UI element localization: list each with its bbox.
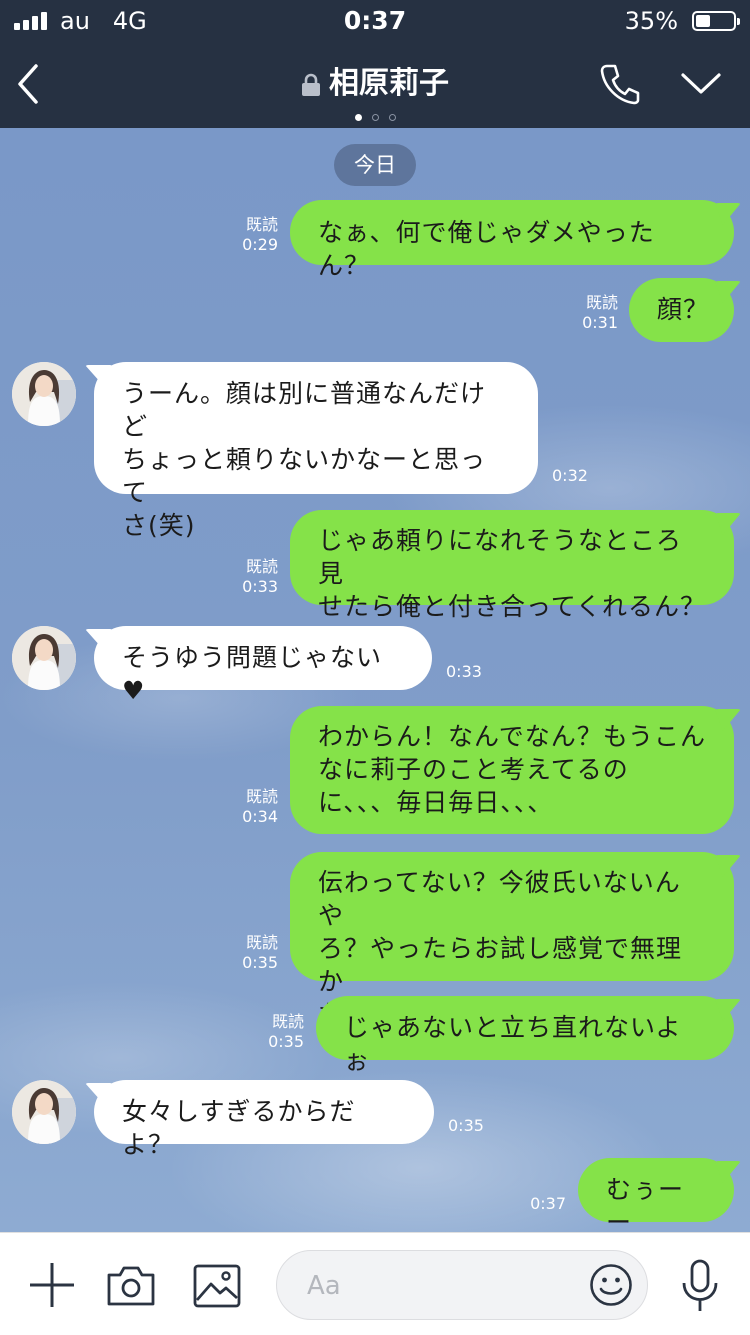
avatar[interactable] [12,626,76,690]
chat-area[interactable]: 今日 なぁ、何で俺じゃダメやったん？ 既読 0:29 顔？ 既読 0:31 うー… [0,128,750,1232]
top-bar: au 4G 0:37 35% 相原莉子 [0,0,750,128]
battery-percent: 35% [624,7,678,35]
avatar-photo [12,1080,76,1144]
message-text: 女々しすぎるからだよ？ [122,1097,356,1159]
image-icon [193,1264,241,1308]
microphone-icon [682,1259,718,1311]
date-chip: 今日 [334,144,416,186]
message-meta: 既読 0:33 [234,557,278,597]
message-text: なぁ、何で俺じゃダメやったん？ [318,218,655,280]
message-field[interactable] [276,1250,648,1321]
message-text: むぅーー [606,1175,685,1232]
message-text: 顔？ [657,295,710,324]
message-bubble-outgoing[interactable]: むぅーー [578,1158,734,1232]
avatar[interactable] [12,362,76,426]
page-dot [354,114,362,121]
message-text: そうゆう問題じゃない [122,643,383,672]
message-time: 0:35 [268,1032,304,1051]
battery-icon [692,11,740,31]
message-meta: 既読 0:35 [234,933,278,973]
message-bubble-incoming[interactable]: うーん。顔は別に普通なんだけど ちょっと頼りないかなーと思って さ(笑) [94,362,538,540]
message-time: 0:33 [242,577,278,596]
message-bubble-outgoing[interactable]: じゃあないと立ち直れないよぉ [316,996,734,1075]
message-meta: 既読 0:31 [574,293,618,333]
message-bubble-incoming[interactable]: 女々しすぎるからだよ？ [94,1080,434,1159]
message-bubble-outgoing[interactable]: 顔？ [629,278,734,342]
image-button[interactable] [193,1264,241,1312]
avatar[interactable] [12,1080,76,1144]
chevron-down-icon [681,73,721,94]
input-bar [0,1232,750,1335]
message-time: 0:32 [552,466,588,485]
message-meta: 既読 0:34 [234,787,278,827]
plus-button[interactable] [28,1261,76,1313]
status-bar: au 4G 0:37 35% [0,0,750,42]
message-time: 0:31 [582,313,618,332]
message-time: 0:37 [530,1194,566,1213]
message-bubble-outgoing[interactable]: わからん！なんでなん？もうこん なに莉子のこと考えてるの に、、、毎日毎日、、、 [290,706,734,834]
camera-button[interactable] [106,1265,156,1311]
message-bubble-outgoing[interactable]: なぁ、何で俺じゃダメやったん？ [290,200,734,280]
read-receipt: 既読 [245,215,278,234]
call-button[interactable] [600,63,640,109]
message-input[interactable] [305,1251,569,1321]
message-time: 0:35 [242,953,278,972]
plus-icon [30,1263,74,1307]
message-text: じゃあ頼りになれそうなところ見 せたら俺と付き合ってくれるん？ [318,526,707,621]
message-meta: 既読 0:35 [260,1012,304,1052]
read-receipt: 既読 [585,293,618,312]
avatar-photo [12,626,76,690]
message-time: 0:34 [242,807,278,826]
voice-button[interactable] [678,1259,722,1317]
message-time: 0:29 [242,235,278,254]
read-receipt: 既読 [245,557,278,576]
message-time: 0:33 [446,662,482,681]
message-text: じゃあないと立ち直れないよぉ [344,1013,682,1075]
read-receipt: 既読 [245,933,278,952]
contact-name: 相原莉子 [329,66,449,101]
smiley-icon [590,1264,632,1306]
page-dot [371,114,379,121]
phone-icon [600,64,640,105]
lock-icon [302,73,320,96]
message-bubble-outgoing[interactable]: じゃあ頼りになれそうなところ見 せたら俺と付き合ってくれるん？ [290,510,734,621]
message-meta: 既読 0:29 [234,215,278,255]
emoji-button[interactable] [589,1263,633,1311]
message-bubble-incoming[interactable]: そうゆう問題じゃない ♥ [94,626,432,705]
avatar-photo [12,362,76,426]
page-dot [388,114,396,121]
read-receipt: 既読 [271,1012,304,1031]
message-time: 0:35 [448,1116,484,1135]
camera-icon [107,1266,155,1306]
read-receipt: 既読 [245,787,278,806]
menu-toggle-button[interactable] [680,70,722,100]
message-text: わからん！なんでなん？もうこん なに莉子のこと考えてるの に、、、毎日毎日、、、 [318,722,707,817]
heart-emoji: ♥ [122,676,146,705]
message-bubble-outgoing[interactable]: 伝わってない？今彼氏いないんや ろ？やったらお試し感覚で無理か な？ほんまに後悔… [290,852,734,1029]
